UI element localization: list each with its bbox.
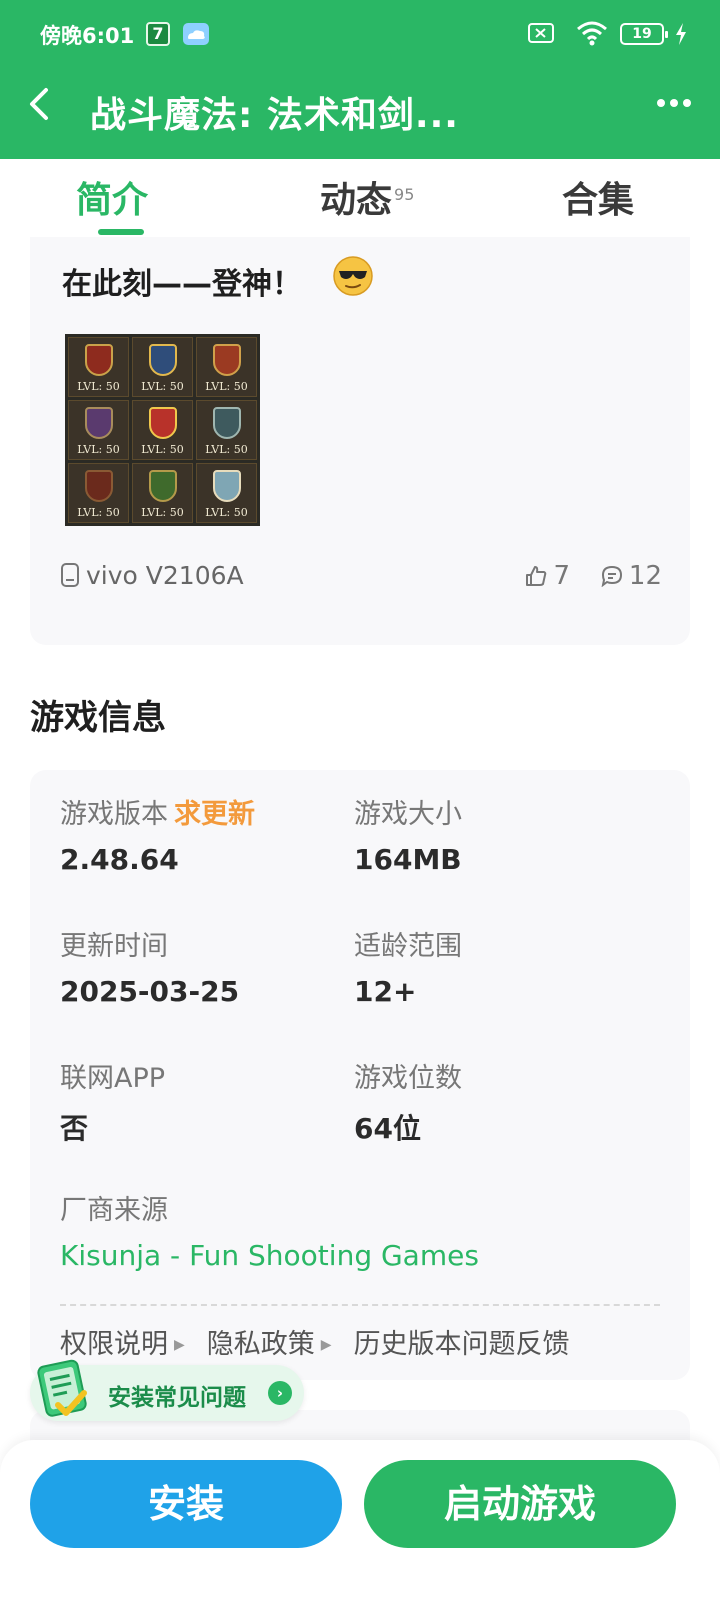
version-history-link[interactable]: 历史版本 <box>354 1329 462 1360</box>
feedback-link[interactable]: 问题反馈 <box>462 1329 570 1360</box>
charging-icon <box>676 23 686 45</box>
game-info-heading: 游戏信息 <box>30 698 166 738</box>
notification-app-icon: 7 <box>146 22 170 46</box>
version-value: 2.48.64 <box>60 843 179 876</box>
info-age-range: 适龄范围 12+ <box>354 924 462 1008</box>
achievement-badge: LVL: 50 <box>132 400 193 460</box>
more-options-icon[interactable] <box>656 96 692 110</box>
comment-bubble-icon <box>601 565 622 588</box>
page-title: 战斗魔法: 法术和剑... <box>90 95 459 136</box>
chevron-right-icon: ▶ <box>174 1337 185 1353</box>
age-range-label: 适龄范围 <box>354 931 462 962</box>
tab-feed-label: 动态 <box>320 180 393 221</box>
info-online: 联网APP 否 <box>60 1056 165 1147</box>
app-header: 傍晚6:01 7 19 战斗魔法: 法术和剑... <box>0 0 720 159</box>
bottom-action-bar: 安装 启动游戏 <box>0 1440 720 1600</box>
request-update-link[interactable]: 求更新 <box>174 799 255 830</box>
achievement-badge: LVL: 50 <box>196 400 257 460</box>
back-arrow-icon[interactable] <box>22 84 62 124</box>
info-links: 权限说明 ▶ 隐私政策 ▶ 历史版本问题反馈 <box>60 1322 570 1361</box>
tab-collection-label: 合集 <box>562 180 635 221</box>
tab-bar: 简介 动态 95 合集 <box>0 159 720 237</box>
like-count: 7 <box>553 561 570 591</box>
checklist-notepad-icon <box>37 1359 87 1417</box>
achievement-badge: LVL: 50 <box>196 463 257 523</box>
install-faq-label: 安装常见问题 <box>108 1385 246 1411</box>
tab-intro[interactable]: 简介 <box>76 171 148 223</box>
online-label: 联网APP <box>60 1063 166 1094</box>
size-value: 164MB <box>354 843 462 876</box>
bits-value: 64位 <box>354 1112 421 1145</box>
achievement-badge: LVL: 50 <box>196 337 257 397</box>
post-text: 在此刻——登神！ <box>62 267 302 302</box>
device-model: vivo V2106A <box>86 561 244 590</box>
achievement-badge: LVL: 50 <box>68 400 129 460</box>
achievement-badge: LVL: 50 <box>132 337 193 397</box>
battery-indicator: 19 <box>620 23 668 45</box>
info-vendor: 厂商来源 Kisunja - Fun Shooting Games <box>60 1188 479 1272</box>
update-time-value: 2025-03-25 <box>60 975 240 1008</box>
tab-intro-label: 简介 <box>76 180 149 221</box>
wifi-icon <box>577 21 607 46</box>
install-faq-button[interactable]: 安装常见问题 › <box>30 1359 304 1421</box>
chevron-right-icon: ▶ <box>320 1337 332 1353</box>
cool-sunglasses-emoji-icon <box>333 256 373 296</box>
achievement-badge: LVL: 50 <box>132 463 193 523</box>
comment-count: 12 <box>628 561 662 591</box>
achievement-badge: LVL: 50 <box>68 463 129 523</box>
navigation-bar: 战斗魔法: 法术和剑... <box>0 70 720 150</box>
tab-feed[interactable]: 动态 95 <box>320 171 414 223</box>
version-label: 游戏版本 <box>60 799 168 830</box>
install-button[interactable]: 安装 <box>30 1460 342 1548</box>
tab-collection[interactable]: 合集 <box>562 171 634 223</box>
update-time-label: 更新时间 <box>60 931 168 962</box>
age-range-value: 12+ <box>354 975 417 1008</box>
phone-icon <box>61 563 79 587</box>
info-update-time: 更新时间 2025-03-25 <box>60 924 239 1008</box>
comment-button[interactable]: 12 <box>601 561 662 591</box>
active-tab-indicator <box>98 229 144 235</box>
bits-label: 游戏位数 <box>354 1063 462 1094</box>
like-button[interactable]: 7 <box>525 561 570 591</box>
chevron-right-icon: › <box>268 1381 292 1405</box>
info-size: 游戏大小 164MB <box>354 792 462 876</box>
online-value: 否 <box>60 1112 89 1145</box>
cloud-icon <box>183 23 209 45</box>
post-image[interactable]: LVL: 50 LVL: 50 LVL: 50 LVL: 50 LVL: 50 … <box>65 334 260 526</box>
no-sim-icon <box>528 23 554 43</box>
game-info-card: 游戏版本 求更新 2.48.64 游戏大小 164MB 更新时间 2025-03-… <box>30 770 690 1380</box>
size-label: 游戏大小 <box>354 799 462 830</box>
info-bits: 游戏位数 64位 <box>354 1056 462 1147</box>
vendor-link[interactable]: Kisunja - Fun Shooting Games <box>60 1239 479 1272</box>
divider <box>60 1304 660 1306</box>
status-time: 傍晚6:01 <box>40 24 135 48</box>
achievement-badge: LVL: 50 <box>68 337 129 397</box>
vendor-label: 厂商来源 <box>60 1195 168 1226</box>
post-card[interactable]: 在此刻——登神！ LVL: 50 LVL: 50 LVL: 50 LVL: 50… <box>30 237 690 645</box>
privacy-policy-link[interactable]: 隐私政策 ▶ <box>207 1329 332 1360</box>
thumbs-up-icon <box>526 566 547 586</box>
status-bar: 傍晚6:01 7 19 <box>0 0 720 68</box>
post-device: vivo V2106A <box>60 561 244 590</box>
launch-game-button[interactable]: 启动游戏 <box>364 1460 676 1548</box>
tab-feed-count: 95 <box>394 185 415 204</box>
info-version: 游戏版本 求更新 2.48.64 <box>60 792 255 876</box>
